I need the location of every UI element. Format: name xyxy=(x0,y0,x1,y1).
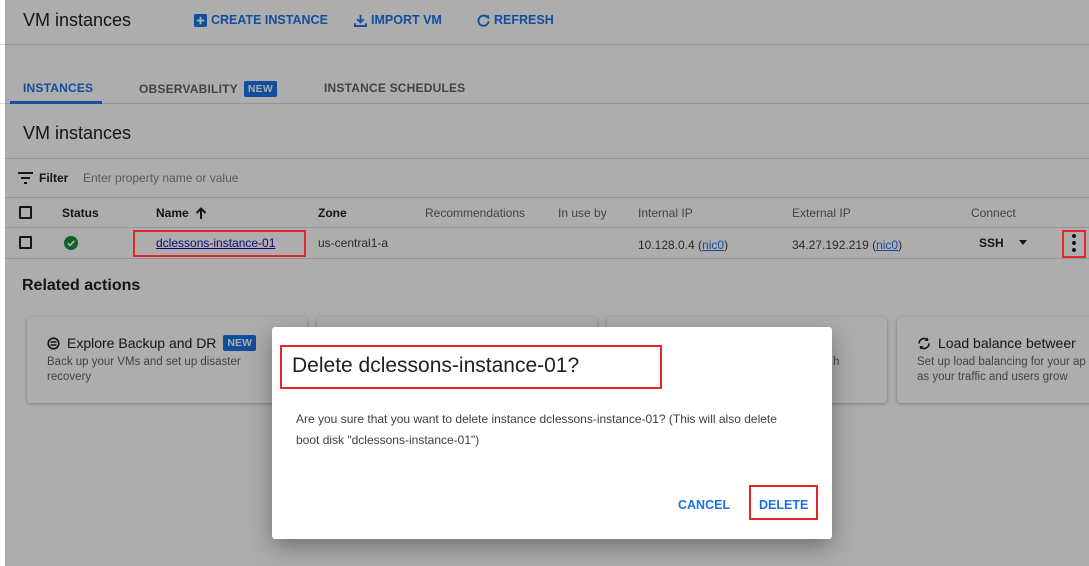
dialog-body: Are you sure that you want to delete ins… xyxy=(296,412,777,447)
highlight-delete-button xyxy=(749,485,818,520)
highlight-instance-name xyxy=(133,230,306,257)
delete-dialog: Delete dclessons-instance-01? Are you su… xyxy=(272,327,832,539)
highlight-dialog-title xyxy=(280,345,662,389)
cancel-button[interactable]: CANCEL xyxy=(678,498,730,512)
highlight-more-menu xyxy=(1062,230,1086,258)
